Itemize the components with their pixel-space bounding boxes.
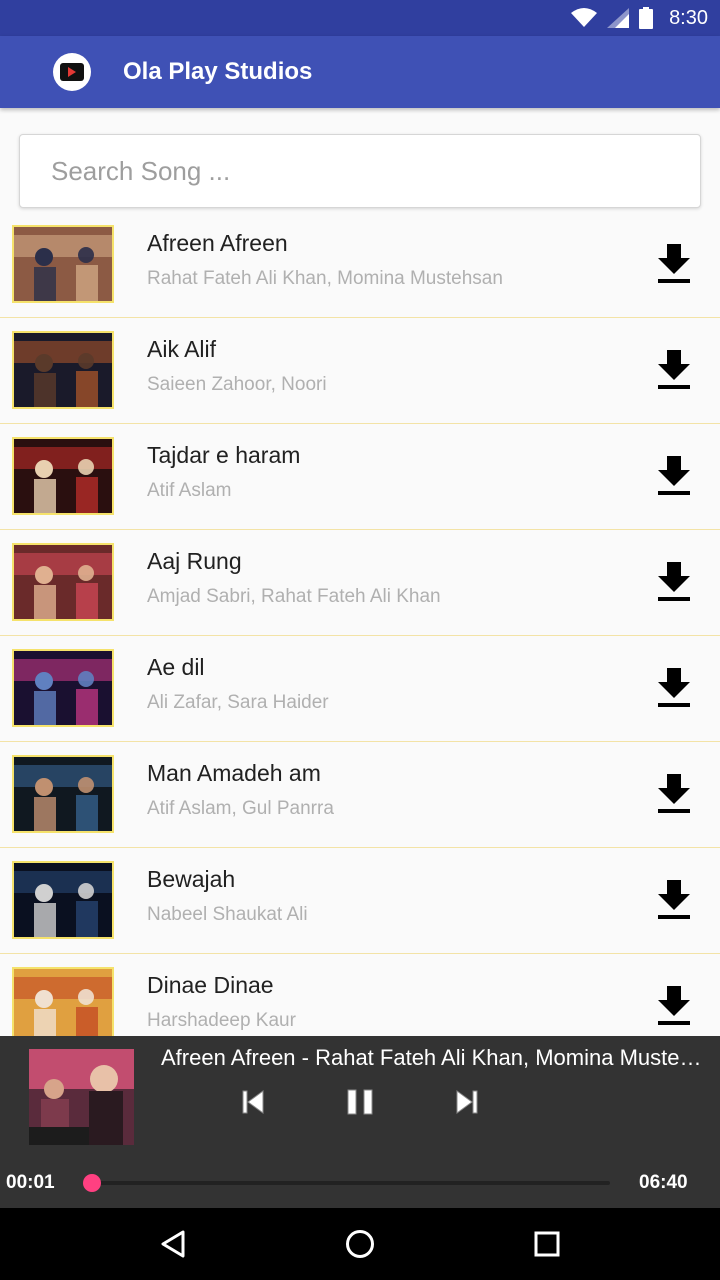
app-logo-icon — [53, 53, 91, 91]
search-input[interactable] — [20, 135, 700, 207]
app-title: Ola Play Studios — [123, 58, 313, 85]
song-title: Man Amadeh am — [147, 760, 321, 786]
skip-previous-icon — [242, 1090, 264, 1114]
download-button[interactable] — [652, 984, 696, 1028]
pause-icon — [347, 1089, 373, 1115]
home-circle-icon — [345, 1230, 374, 1258]
download-button[interactable] — [652, 560, 696, 604]
download-icon — [658, 668, 690, 707]
song-thumbnail — [12, 437, 114, 515]
search-box — [19, 134, 701, 208]
song-title: Ae dil — [147, 654, 205, 680]
next-button[interactable] — [447, 1082, 487, 1122]
status-bar: 8:30 — [0, 0, 720, 36]
recents-button[interactable] — [522, 1219, 572, 1269]
download-icon — [658, 244, 690, 283]
song-title: Dinae Dinae — [147, 972, 274, 998]
song-row[interactable]: Dinae Dinae Harshadeep Kaur — [0, 954, 720, 1036]
song-title: Afreen Afreen — [147, 230, 288, 256]
song-row[interactable]: Bewajah Nabeel Shaukat Ali — [0, 848, 720, 954]
mini-player: Afreen Afreen - Rahat Fateh Ali Khan, Mo… — [0, 1036, 720, 1208]
song-thumbnail — [12, 967, 114, 1036]
seek-bar[interactable] — [90, 1181, 610, 1185]
song-title: Tajdar e haram — [147, 442, 301, 468]
song-title: Aik Alif — [147, 336, 217, 362]
recents-square-icon — [534, 1231, 560, 1257]
song-artist: Atif Aslam, Gul Panrra — [147, 798, 334, 819]
previous-button[interactable] — [233, 1082, 273, 1122]
home-button[interactable] — [335, 1219, 385, 1269]
seek-thumb[interactable] — [83, 1174, 102, 1192]
download-button[interactable] — [652, 454, 696, 498]
skip-next-icon — [456, 1090, 478, 1114]
app-bar: Ola Play Studios — [0, 36, 720, 108]
download-icon — [658, 456, 690, 495]
download-icon — [658, 350, 690, 389]
song-artist: Harshadeep Kaur — [147, 1010, 296, 1031]
download-button[interactable] — [652, 242, 696, 286]
song-artist: Ali Zafar, Sara Haider — [147, 692, 329, 713]
download-icon — [658, 986, 690, 1025]
back-button[interactable] — [148, 1219, 198, 1269]
song-row[interactable]: Ae dil Ali Zafar, Sara Haider — [0, 636, 720, 742]
download-button[interactable] — [652, 666, 696, 710]
elapsed-time: 00:01 — [6, 1172, 55, 1193]
song-row[interactable]: Tajdar e haram Atif Aslam — [0, 424, 720, 530]
back-triangle-icon — [161, 1230, 185, 1258]
download-icon — [658, 774, 690, 813]
song-artist: Saieen Zahoor, Noori — [147, 374, 327, 395]
cellular-signal-icon — [607, 8, 630, 28]
status-time: 8:30 — [669, 6, 708, 29]
download-icon — [658, 562, 690, 601]
wifi-icon — [571, 8, 598, 27]
song-title: Aaj Rung — [147, 548, 242, 574]
song-artist: Nabeel Shaukat Ali — [147, 904, 308, 925]
song-artist: Atif Aslam — [147, 480, 232, 501]
song-thumbnail — [12, 331, 114, 409]
song-row[interactable]: Man Amadeh am Atif Aslam, Gul Panrra — [0, 742, 720, 848]
download-button[interactable] — [652, 348, 696, 392]
download-icon — [658, 880, 690, 919]
song-thumbnail — [12, 225, 114, 303]
song-artist: Rahat Fateh Ali Khan, Momina Mustehsan — [147, 268, 503, 289]
song-thumbnail — [12, 861, 114, 939]
total-duration: 06:40 — [639, 1172, 688, 1193]
song-row[interactable]: Aaj Rung Amjad Sabri, Rahat Fateh Ali Kha… — [0, 530, 720, 636]
now-playing-title: Afreen Afreen - Rahat Fateh Ali Khan, Mo… — [161, 1045, 711, 1070]
now-playing-thumbnail[interactable] — [29, 1049, 134, 1145]
song-thumbnail — [12, 543, 114, 621]
download-button[interactable] — [652, 878, 696, 922]
song-thumbnail — [12, 755, 114, 833]
system-nav-bar — [0, 1208, 720, 1280]
song-row[interactable]: Afreen Afreen Rahat Fateh Ali Khan, Momin… — [0, 212, 720, 318]
song-artist: Amjad Sabri, Rahat Fateh Ali Khan — [147, 586, 441, 607]
battery-icon — [639, 7, 654, 29]
song-thumbnail — [12, 649, 114, 727]
download-button[interactable] — [652, 772, 696, 816]
song-row[interactable]: Aik Alif Saieen Zahoor, Noori — [0, 318, 720, 424]
song-list: Afreen Afreen Rahat Fateh Ali Khan, Momin… — [0, 212, 720, 1036]
song-title: Bewajah — [147, 866, 236, 892]
pause-button[interactable] — [340, 1082, 380, 1122]
